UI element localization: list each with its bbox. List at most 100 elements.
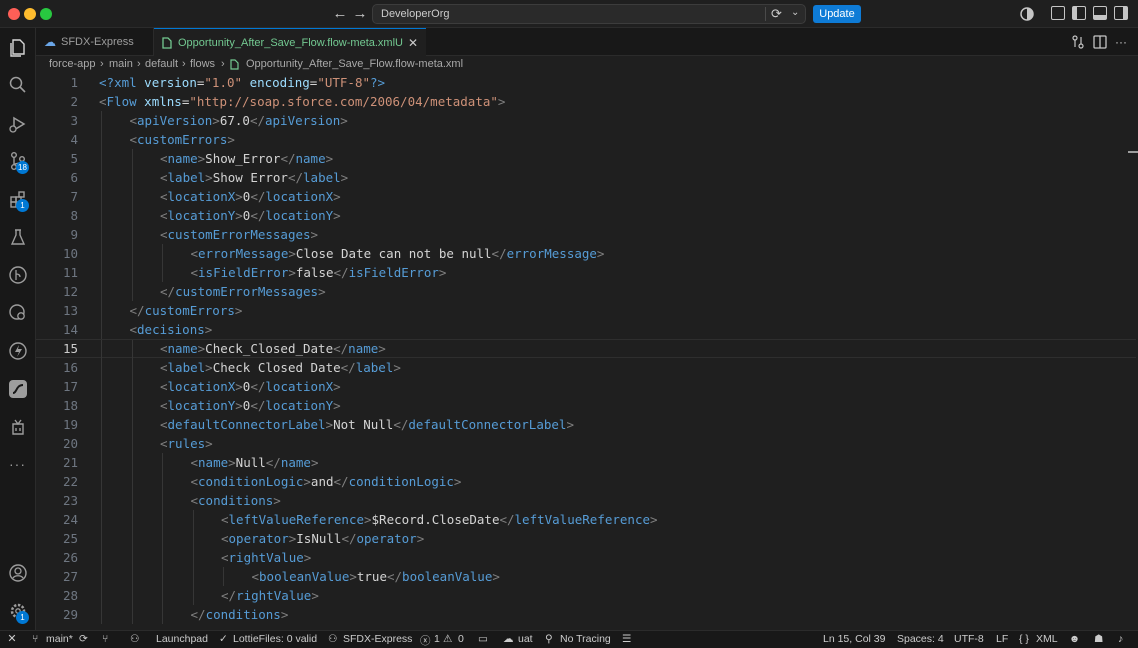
indent-guide [131,605,133,624]
code-line[interactable]: 11 <isFieldError>false</isFieldError> [36,263,1136,282]
code-line[interactable]: 19 <defaultConnectorLabel>Not Null</defau… [36,415,1136,434]
lottie-status[interactable]: LottieFiles: 0 valid [233,633,317,645]
agent-icon[interactable]: ☗ [1094,633,1103,645]
minimize-window-button[interactable] [24,8,36,20]
back-arrow-icon[interactable]: ← [332,5,348,22]
encoding-status[interactable]: UTF-8 [954,633,984,645]
code-line[interactable]: 1 <?xml version="1.0" encoding="UTF-8"?> [36,73,1136,92]
chevron-down-icon[interactable]: ⌄ [791,7,799,18]
sync-icon[interactable]: ⟳ [771,6,782,22]
search-icon[interactable] [8,75,28,95]
copilot-icon[interactable] [1020,7,1034,21]
code-line[interactable]: 14 <decisions> [36,320,1136,339]
output-icon[interactable]: ▭ [478,633,488,645]
indent-guide [101,434,102,453]
code-line[interactable]: 22 <conditionLogic>and</conditionLogic> [36,472,1136,491]
indentation-status[interactable]: Spaces: 4 [897,633,944,645]
launchpad-status[interactable]: Launchpad [156,633,208,645]
more-views-icon[interactable]: ··· [9,456,26,472]
code-line[interactable]: 29 </conditions> [36,605,1136,624]
code-line[interactable]: 2 <Flow xmlns="http://soap.sforce.com/200… [36,92,1136,111]
code-text: <locationY>0</locationY> [160,396,341,415]
close-tab-icon[interactable]: ✕ [408,29,418,57]
code-line[interactable]: 20 <rules> [36,434,1136,453]
command-center[interactable]: DeveloperOrg ⟳ ⌄ [372,4,806,24]
code-line[interactable]: 18 <locationY>0</locationY> [36,396,1136,415]
run-debug-icon[interactable] [8,114,28,134]
open-changes-icon[interactable] [1071,35,1085,49]
warning-count[interactable]: 0 [458,633,464,645]
line-number: 13 [62,303,78,318]
code-line[interactable]: 17 <locationX>0</locationX> [36,377,1136,396]
branch-status[interactable]: main* [46,633,73,645]
code-line[interactable]: 8 <locationY>0</locationY> [36,206,1136,225]
cursor-position[interactable]: Ln 15, Col 39 [823,633,885,645]
tab-sfdx-express[interactable]: ☁ SFDX-Express [36,28,154,56]
toggle-panel-icon[interactable] [1093,6,1107,20]
line-number: 14 [62,322,78,337]
agentforce-icon[interactable] [8,417,28,437]
code-line[interactable]: 15 <name>Check_Closed_Date</name> [36,339,1136,359]
language-mode[interactable]: XML [1036,633,1058,645]
code-line[interactable]: 4 <customErrors> [36,130,1136,149]
target-org-status[interactable]: uat [518,633,533,645]
error-count[interactable]: 1 [434,633,440,645]
code-line[interactable]: 9 <customErrorMessages> [36,225,1136,244]
code-line[interactable]: 3 <apiVersion>67.0</apiVersion> [36,111,1136,130]
code-token: > [273,493,281,508]
code-token: label [355,360,394,375]
toggle-primary-sidebar-icon[interactable] [1072,6,1086,20]
line-number: 15 [62,341,78,356]
code-line[interactable]: 28 </rightValue> [36,586,1136,605]
code-line[interactable]: 6 <label>Show Error</label> [36,168,1136,187]
notifications-bell-icon[interactable]: ♪ [1118,633,1123,645]
sync-icon[interactable]: ⟳ [79,633,88,645]
code-line[interactable]: 21 <name>Null</name> [36,453,1136,472]
code-line[interactable]: 12 </customErrorMessages> [36,282,1136,301]
code-line[interactable]: 26 <rightValue> [36,548,1136,567]
editor-tab-bar: ☁ SFDX-Express Opportunity_After_Save_Fl… [36,28,1138,56]
accounts-icon[interactable] [8,563,28,583]
tab-flow-meta-xml[interactable]: Opportunity_After_Save_Flow.flow-meta.xm… [154,28,426,56]
code-line[interactable]: 23 <conditions> [36,491,1136,510]
explorer-icon[interactable] [8,37,28,57]
zoom-window-button[interactable] [40,8,52,20]
code-token: Close Date can not be null [295,246,492,261]
split-editor-icon[interactable] [1093,35,1107,49]
copilot-status-icon[interactable]: ☻ [1069,633,1080,645]
code-line[interactable]: 16 <label>Check Closed Date</label> [36,358,1136,377]
git-graph-icon[interactable]: ⑂ [102,633,108,645]
org-status[interactable]: SFDX-Express [343,633,412,645]
org-browser-icon[interactable] [8,303,28,323]
indent-guide [162,548,163,567]
toggle-secondary-sidebar-icon[interactable] [1114,6,1128,20]
code-line[interactable]: 25 <operator>IsNull</operator> [36,529,1136,548]
git-graph-icon[interactable] [8,265,28,285]
breadcrumb-item[interactable]: flows [190,58,215,70]
tracing-status[interactable]: No Tracing [560,633,611,645]
forward-arrow-icon[interactable]: → [352,5,368,22]
remote-indicator-icon[interactable]: ✕ [0,631,24,648]
salesforce-flow-icon[interactable] [8,379,28,399]
close-window-button[interactable] [8,8,20,20]
breadcrumb-item[interactable]: Opportunity_After_Save_Flow.flow-meta.xm… [246,58,463,70]
code-editor[interactable]: 1 <?xml version="1.0" encoding="UTF-8"?> 2… [36,73,1138,630]
lightning-icon[interactable] [8,341,28,361]
menu-icon[interactable]: ☰ [622,633,631,645]
code-line[interactable]: 27 <booleanValue>true</booleanValue> [36,567,1136,586]
customize-layout-icon[interactable] [1051,6,1065,20]
breadcrumb-item[interactable]: force-app [49,58,95,70]
code-line[interactable]: 10 <errorMessage>Close Date can not be nu… [36,244,1136,263]
eol-status[interactable]: LF [996,633,1008,645]
code-line[interactable]: 24 <leftValueReference>$Record.CloseDate<… [36,510,1136,529]
testing-flask-icon[interactable] [8,227,28,247]
code-token: "1.0" [204,75,243,90]
code-line[interactable]: 13 </customErrors> [36,301,1136,320]
indent-guide [131,567,133,586]
breadcrumb-item[interactable]: default [145,58,178,70]
code-line[interactable]: 5 <name>Show_Error</name> [36,149,1136,168]
update-button[interactable]: Update [813,5,861,23]
more-actions-icon[interactable]: ··· [1115,35,1127,49]
code-line[interactable]: 7 <locationX>0</locationX> [36,187,1136,206]
breadcrumb-item[interactable]: main [109,58,133,70]
